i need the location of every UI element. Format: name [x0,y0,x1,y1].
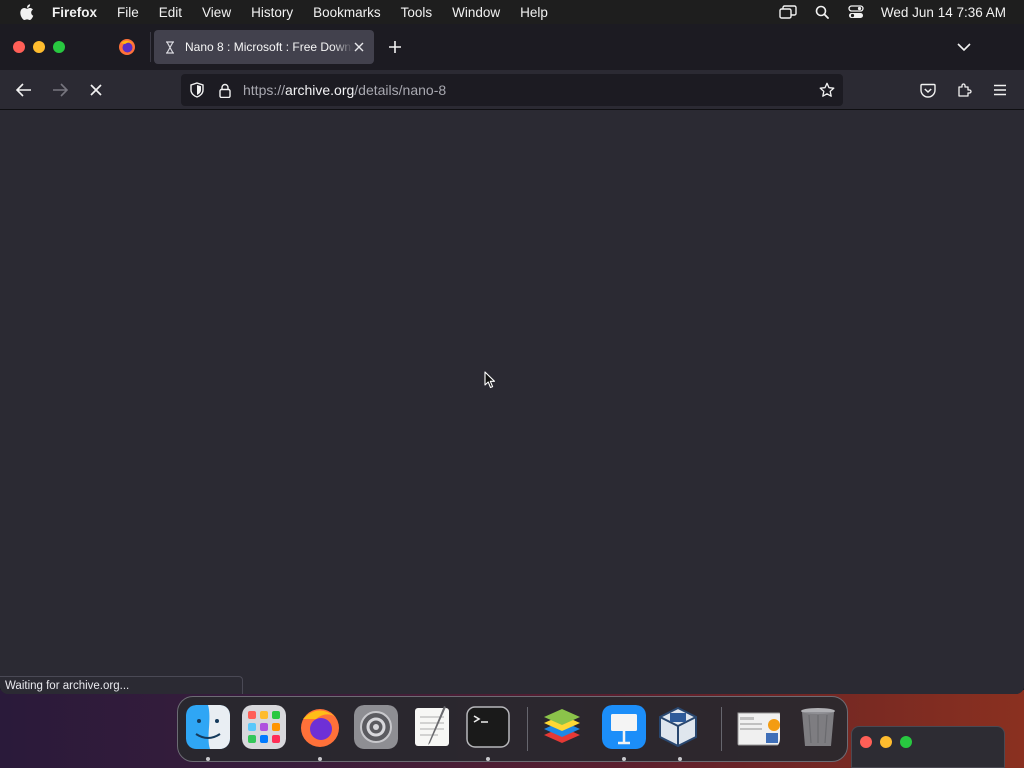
dock-item-finder[interactable] [186,705,230,749]
dock-running-indicator [318,757,322,761]
tab-strip: Nano 8 : Microsoft : Free Downl [0,24,1024,70]
window-zoom-button[interactable] [53,41,65,53]
tab-active[interactable]: Nano 8 : Microsoft : Free Downl [154,30,374,64]
hourglass-icon [163,40,177,54]
page-content-area[interactable] [0,110,1024,694]
url-text[interactable]: https://archive.org/details/nano-8 [243,82,446,98]
navigation-toolbar: https://archive.org/details/nano-8 [0,70,1024,110]
launchpad-icon [242,705,286,749]
extensions-button[interactable] [954,80,974,100]
dock-item-bluestacks[interactable] [540,705,584,749]
menu-help[interactable]: Help [520,5,548,20]
app-menu-button[interactable] [990,80,1010,100]
firefox-window: Nano 8 : Microsoft : Free Downl https://… [0,24,1024,694]
pocket-icon [920,83,936,98]
control-center-icon[interactable] [847,5,865,19]
menu-app-firefox[interactable]: Firefox [52,5,97,20]
menu-file[interactable]: File [117,5,139,20]
url-bar[interactable]: https://archive.org/details/nano-8 [181,74,843,106]
firefox-icon [301,709,339,747]
finder-icon [186,705,230,749]
hamburger-menu-icon [994,84,1006,96]
menu-history[interactable]: History [251,5,293,20]
dock-running-indicator [486,757,490,761]
plus-icon [389,41,401,53]
new-tab-button[interactable] [386,38,404,56]
url-scheme: https:// [243,82,286,98]
screen-mirroring-icon[interactable] [779,5,797,19]
dock-running-indicator [206,757,210,761]
mouse-pointer-icon [484,371,496,389]
list-all-tabs-button[interactable] [956,39,972,55]
arrow-left-icon [16,83,31,97]
dock-item-textedit[interactable] [410,705,454,749]
dock-item-launchpad[interactable] [242,705,286,749]
pinned-tab-firefox[interactable] [110,30,144,64]
menu-window[interactable]: Window [452,5,500,20]
menu-bookmarks[interactable]: Bookmarks [313,5,381,20]
dock-item-firefox[interactable] [298,705,342,749]
tab-title: Nano 8 : Microsoft : Free Downl [185,40,353,54]
status-panel: Waiting for archive.org... [0,676,243,694]
dock-item-preview[interactable] [736,705,780,749]
gear-icon [354,705,398,749]
dock-separator [721,707,722,751]
dock-item-trash[interactable] [796,705,840,749]
puzzle-piece-icon [958,83,972,97]
back-button[interactable] [14,80,34,100]
menu-bar-clock[interactable]: Wed Jun 14 7:36 AM [881,5,1006,20]
dock-item-keynote[interactable] [602,705,646,749]
url-path: /details/nano-8 [354,82,447,98]
dock-running-indicator [678,757,682,761]
preview-document-icon [737,712,780,746]
keynote-icon [602,705,646,749]
url-host: archive.org [285,82,355,98]
menu-bar-status-area: Wed Jun 14 7:36 AM [763,0,1006,24]
arrow-right-icon [53,83,68,97]
spotlight-search-icon[interactable] [813,5,831,19]
window-close-button[interactable] [860,736,872,748]
dock-item-terminal[interactable] [466,705,510,749]
window-minimize-button[interactable] [33,41,45,53]
dock-running-indicator [622,757,626,761]
firefox-icon [119,39,135,55]
dock [177,696,848,762]
lock-icon[interactable] [218,82,232,98]
tracking-protection-shield-icon[interactable] [189,82,205,98]
pocket-button[interactable] [918,80,938,100]
stop-button[interactable] [86,80,106,100]
tab-separator [150,32,151,62]
tab-close-icon[interactable] [352,40,366,54]
dock-item-virtualbox[interactable] [656,705,700,749]
apple-menu-icon[interactable] [18,3,36,21]
background-window[interactable] [851,726,1005,768]
chevron-down-icon [957,42,971,51]
trash-icon [801,708,835,746]
bookmark-star-icon[interactable] [819,82,835,98]
menu-view[interactable]: View [202,5,231,20]
window-minimize-button[interactable] [880,736,892,748]
menu-tools[interactable]: Tools [401,5,433,20]
window-close-button[interactable] [13,41,25,53]
menu-bar: Firefox File Edit View History Bookmarks… [0,0,1024,24]
forward-button[interactable] [50,80,70,100]
close-icon [90,84,102,96]
menu-edit[interactable]: Edit [159,5,182,20]
dock-separator [527,707,528,751]
textedit-icon [415,706,449,746]
virtualbox-icon [659,706,697,748]
terminal-icon [466,706,510,748]
bluestacks-icon [544,709,580,743]
window-zoom-button[interactable] [900,736,912,748]
dock-item-system-preferences[interactable] [354,705,398,749]
